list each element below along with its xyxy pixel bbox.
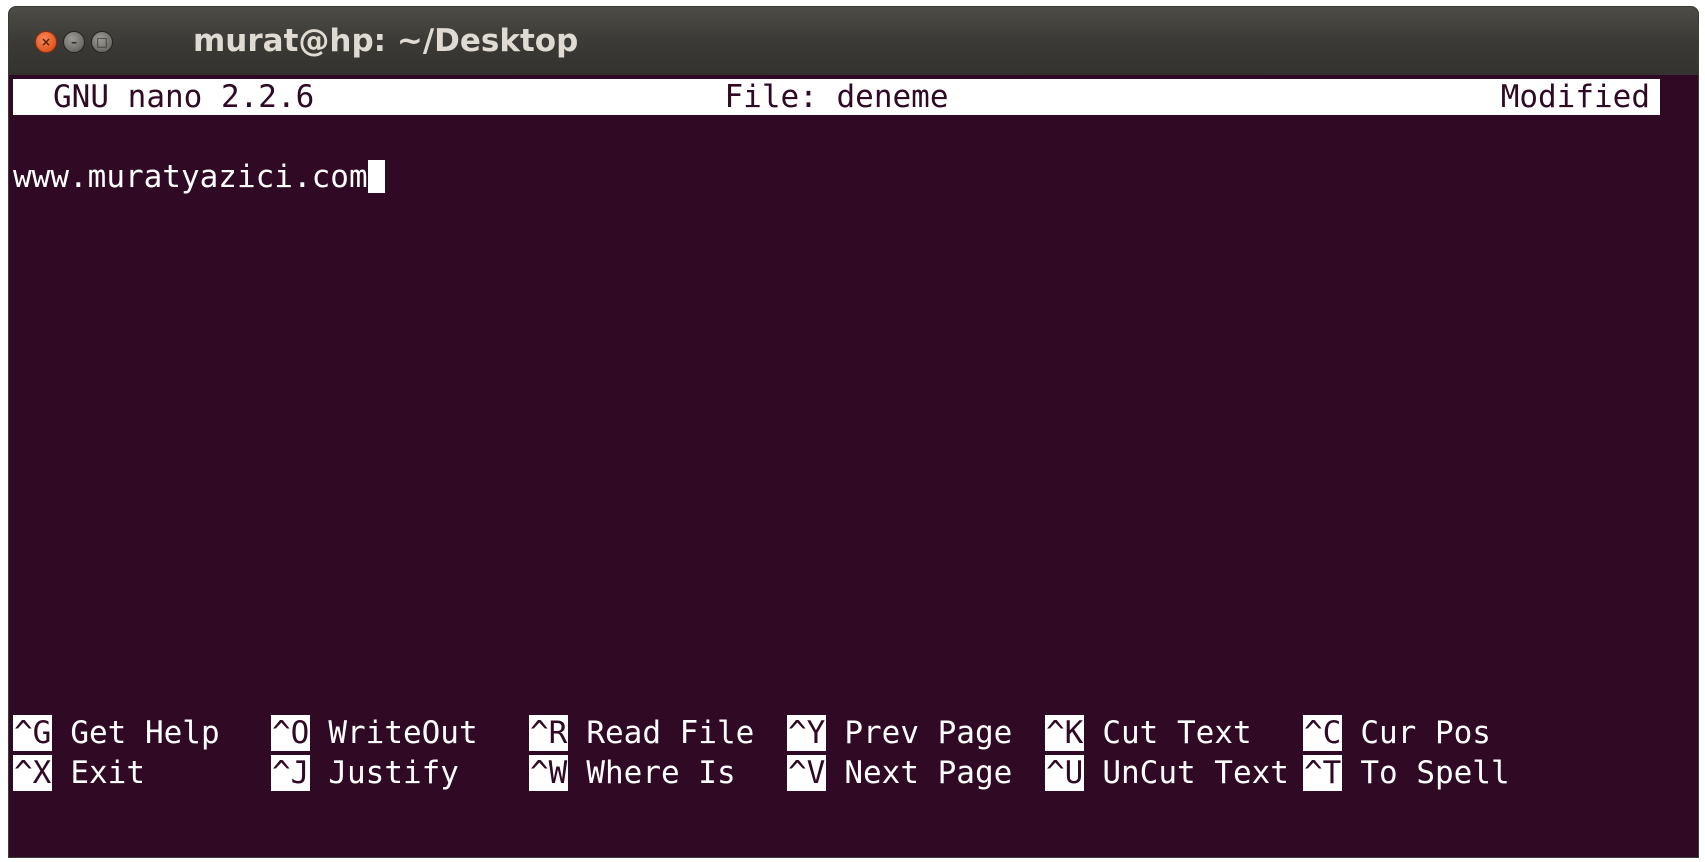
- shortcut-key: ^O: [271, 715, 311, 751]
- shortcut-label: Prev Page: [844, 715, 1013, 751]
- shortcut-label: UnCut Text: [1102, 755, 1289, 791]
- editor-text: www.muratyazici.com: [13, 159, 368, 195]
- shortcut-label: Next Page: [844, 755, 1013, 791]
- shortcut-exit[interactable]: ^X Exit: [13, 753, 145, 793]
- shortcut-label: Read File: [586, 715, 755, 751]
- text-cursor: [367, 160, 385, 193]
- shortcut-row-1: ^G Get Help ^O WriteOut ^R Read File ^Y …: [13, 713, 1673, 753]
- window-title: murat@hp: ~/Desktop: [193, 23, 579, 59]
- shortcut-cut-text[interactable]: ^K Cut Text: [1045, 713, 1252, 753]
- shortcut-label: WriteOut: [328, 715, 478, 751]
- shortcut-key: ^X: [13, 755, 53, 791]
- minimize-icon[interactable]: –: [63, 31, 85, 53]
- shortcut-label: To Spell: [1360, 755, 1510, 791]
- shortcut-get-help[interactable]: ^G Get Help: [13, 713, 220, 753]
- close-icon[interactable]: ×: [35, 31, 57, 53]
- shortcut-where-is[interactable]: ^W Where Is: [529, 753, 736, 793]
- maximize-icon[interactable]: □: [91, 31, 113, 53]
- file-name: File: deneme: [724, 79, 949, 115]
- shortcut-label: Justify: [328, 755, 459, 791]
- shortcut-writeout[interactable]: ^O WriteOut: [271, 713, 478, 753]
- modified-status: Modified: [1500, 79, 1650, 115]
- shortcut-key: ^C: [1303, 715, 1343, 751]
- shortcut-next-page[interactable]: ^V Next Page: [787, 753, 1012, 793]
- shortcut-label: Cut Text: [1102, 715, 1252, 751]
- shortcut-uncut-text[interactable]: ^U UnCut Text: [1045, 753, 1289, 793]
- shortcut-row-2: ^X Exit ^J Justify ^W Where Is ^V Next P…: [13, 753, 1673, 793]
- shortcut-label: Get Help: [70, 715, 220, 751]
- shortcut-key: ^K: [1045, 715, 1085, 751]
- nano-header-bar: GNU nano 2.2.6 File: deneme Modified: [13, 79, 1660, 115]
- shortcut-key: ^J: [271, 755, 311, 791]
- shortcut-key: ^W: [529, 755, 569, 791]
- terminal-window: × – □ murat@hp: ~/Desktop GNU nano 2.2.6…: [8, 6, 1699, 858]
- shortcut-key: ^V: [787, 755, 827, 791]
- shortcut-label: Where Is: [586, 755, 736, 791]
- file-name-container: File: deneme: [13, 79, 1660, 115]
- editor-text-line[interactable]: www.muratyazici.com: [13, 159, 385, 195]
- shortcut-justify[interactable]: ^J Justify: [271, 753, 459, 793]
- shortcut-label: Exit: [70, 755, 145, 791]
- shortcut-read-file[interactable]: ^R Read File: [529, 713, 754, 753]
- shortcut-key: ^G: [13, 715, 53, 751]
- shortcut-key: ^T: [1303, 755, 1343, 791]
- shortcut-bar: ^G Get Help ^O WriteOut ^R Read File ^Y …: [13, 713, 1673, 793]
- shortcut-to-spell[interactable]: ^T To Spell: [1303, 753, 1510, 793]
- shortcut-key: ^Y: [787, 715, 827, 751]
- shortcut-key: ^R: [529, 715, 569, 751]
- shortcut-label: Cur Pos: [1360, 715, 1491, 751]
- shortcut-prev-page[interactable]: ^Y Prev Page: [787, 713, 1012, 753]
- terminal-area[interactable]: GNU nano 2.2.6 File: deneme Modified www…: [9, 75, 1698, 857]
- window-titlebar[interactable]: × – □ murat@hp: ~/Desktop: [9, 7, 1698, 75]
- shortcut-cur-pos[interactable]: ^C Cur Pos: [1303, 713, 1491, 753]
- shortcut-key: ^U: [1045, 755, 1085, 791]
